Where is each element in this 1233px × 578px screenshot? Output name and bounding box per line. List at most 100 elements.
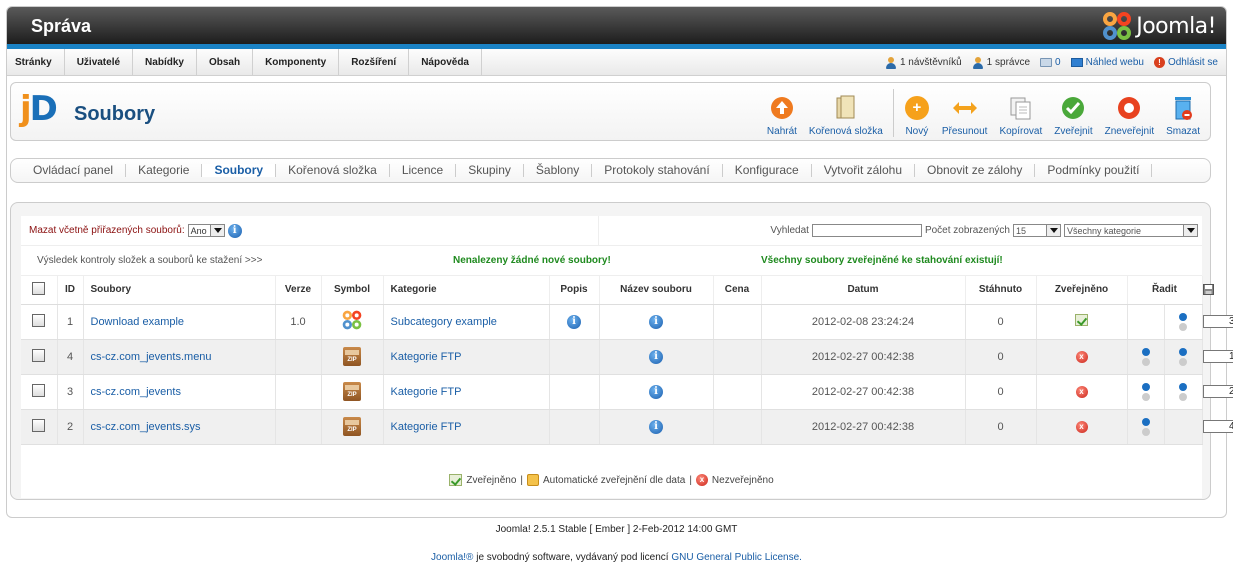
row-checkbox[interactable] (32, 348, 46, 362)
col-files[interactable]: Soubory (83, 276, 276, 305)
no-new-files-message: Nenalezeny žádné nové soubory! (453, 255, 611, 266)
search-input[interactable] (811, 224, 922, 237)
description-info-icon[interactable]: i (567, 314, 581, 329)
gpl-link[interactable]: GNU General Public License. (671, 552, 802, 563)
menu-users[interactable]: Uživatelé (65, 49, 134, 76)
filename-info-icon[interactable]: i (649, 349, 663, 364)
chevron-down-icon (209, 225, 224, 236)
copy-button[interactable]: Kopírovat (993, 89, 1048, 137)
tab-categories[interactable]: Kategorie (126, 164, 203, 177)
row-price (713, 304, 762, 340)
category-link[interactable]: Subcategory example (383, 304, 550, 340)
row-date: 2012-02-27 00:42:38 (761, 339, 966, 375)
joomla-logo[interactable]: Joomla! (1102, 12, 1216, 40)
file-name-link[interactable]: cs-cz.com_jevents (83, 374, 276, 410)
row-price (713, 339, 762, 375)
col-filename[interactable]: Název souboru (599, 276, 714, 305)
files-table-body: 1 Download example 1.0 Subcategory example i… (21, 304, 1233, 445)
messages-link[interactable]: 0 (1040, 57, 1061, 68)
move-up-icon[interactable] (1141, 383, 1150, 401)
tab-groups[interactable]: Skupiny (456, 164, 524, 177)
row-checkbox[interactable] (32, 313, 46, 327)
col-id[interactable]: ID (57, 276, 84, 305)
row-version (275, 409, 322, 445)
unpublish-button[interactable]: Zneveřejnit (1099, 89, 1160, 137)
root-folder-button[interactable]: Kořenová složka (803, 89, 889, 137)
col-order[interactable]: Řadit (1127, 276, 1203, 305)
col-category[interactable]: Kategorie (383, 276, 550, 305)
all-files-exist-message: Všechny soubory zveřejněné ke stahování … (761, 255, 1003, 266)
menu-help[interactable]: Nápověda (409, 49, 482, 76)
preview-link[interactable]: Náhled webu (1070, 57, 1144, 68)
filename-info-icon[interactable]: i (649, 314, 663, 329)
move-button[interactable]: Přesunout (936, 89, 994, 137)
tab-root-folder[interactable]: Kořenová složka (276, 164, 390, 177)
file-name-link[interactable]: cs-cz.com_jevents.sys (83, 409, 276, 445)
row-checkbox[interactable] (32, 418, 46, 432)
toolbar-box: jD Soubory Nahrát Kořenová složka + Nový (10, 82, 1211, 141)
move-down-icon[interactable] (1179, 348, 1187, 366)
menu-menus[interactable]: Nabídky (133, 49, 197, 76)
tab-terms[interactable]: Podmínky použití (1035, 164, 1153, 177)
delete-with-files-select[interactable]: Ano (187, 224, 225, 237)
save-icon[interactable] (1202, 284, 1214, 296)
tab-control-panel[interactable]: Ovládací panel (21, 164, 127, 177)
col-price[interactable]: Cena (713, 276, 762, 305)
category-link[interactable]: Kategorie FTP (383, 374, 550, 410)
tab-backup[interactable]: Vytvořit zálohu (812, 164, 915, 177)
info-icon[interactable]: i (227, 223, 242, 238)
col-published[interactable]: Zveřejněno (1036, 276, 1128, 305)
new-button[interactable]: + Nový (892, 89, 936, 137)
filename-info-icon[interactable]: i (649, 419, 663, 434)
move-up-icon[interactable] (1141, 348, 1150, 366)
row-date: 2012-02-08 23:24:24 (761, 304, 966, 340)
category-link[interactable]: Kategorie FTP (383, 339, 550, 375)
col-symbol: Symbol (321, 276, 384, 305)
move-up-icon[interactable] (1141, 418, 1150, 436)
file-name-link[interactable]: cs-cz.com_jevents.menu (83, 339, 276, 375)
category-select[interactable]: Všechny kategorie (1064, 224, 1198, 237)
unpublished-icon[interactable]: x (1075, 386, 1088, 398)
menu-content[interactable]: Obsah (197, 49, 254, 76)
user-icon (885, 56, 897, 69)
unpublished-icon[interactable]: x (1075, 421, 1088, 433)
tab-download-logs[interactable]: Protokoly stahování (592, 164, 723, 177)
col-downloads[interactable]: Stáhnuto (965, 276, 1037, 305)
order-input[interactable]: 3 (1202, 315, 1233, 328)
logout-link[interactable]: ! Odhlásit se (1153, 57, 1218, 68)
tab-configuration[interactable]: Konfigurace (723, 164, 812, 177)
col-date[interactable]: Datum (761, 276, 966, 305)
delete-button[interactable]: Smazat (1160, 89, 1206, 137)
tab-files[interactable]: Soubory (202, 164, 277, 177)
upload-icon (769, 95, 795, 121)
menu-site[interactable]: Stránky (7, 49, 65, 76)
col-version[interactable]: Verze (275, 276, 322, 305)
tab-restore[interactable]: Obnovit ze zálohy (915, 164, 1036, 177)
publish-button[interactable]: Zveřejnit (1048, 89, 1098, 137)
count-select[interactable]: 15 (1013, 224, 1061, 237)
unpublished-icon[interactable]: x (1075, 351, 1088, 363)
category-link[interactable]: Kategorie FTP (383, 409, 550, 445)
row-price (713, 409, 762, 445)
tab-licences[interactable]: Licence (390, 164, 457, 177)
select-all-checkbox[interactable] (32, 281, 46, 295)
filename-info-icon[interactable]: i (649, 384, 663, 399)
legend-separator: | (689, 474, 692, 486)
upload-button[interactable]: Nahrát (761, 89, 803, 137)
row-version (275, 339, 322, 375)
order-input[interactable]: 2 (1202, 385, 1233, 398)
file-name-link[interactable]: Download example (83, 304, 276, 340)
order-input[interactable]: 1 (1202, 350, 1233, 363)
move-down-icon[interactable] (1179, 313, 1187, 331)
col-description: Popis (549, 276, 600, 305)
published-icon[interactable] (1075, 314, 1088, 326)
tab-templates[interactable]: Šablony (524, 164, 593, 177)
menu-extensions[interactable]: Rozšíření (339, 49, 410, 76)
move-down-icon[interactable] (1179, 383, 1187, 401)
joomla-link[interactable]: Joomla!® (431, 552, 473, 563)
order-input[interactable]: 4 (1202, 420, 1233, 433)
menu-components[interactable]: Komponenty (253, 49, 340, 76)
check-result-label[interactable]: Výsledek kontroly složek a souborů ke st… (21, 255, 441, 266)
zip-file-icon: ZIP (343, 417, 361, 436)
row-checkbox[interactable] (32, 383, 46, 397)
